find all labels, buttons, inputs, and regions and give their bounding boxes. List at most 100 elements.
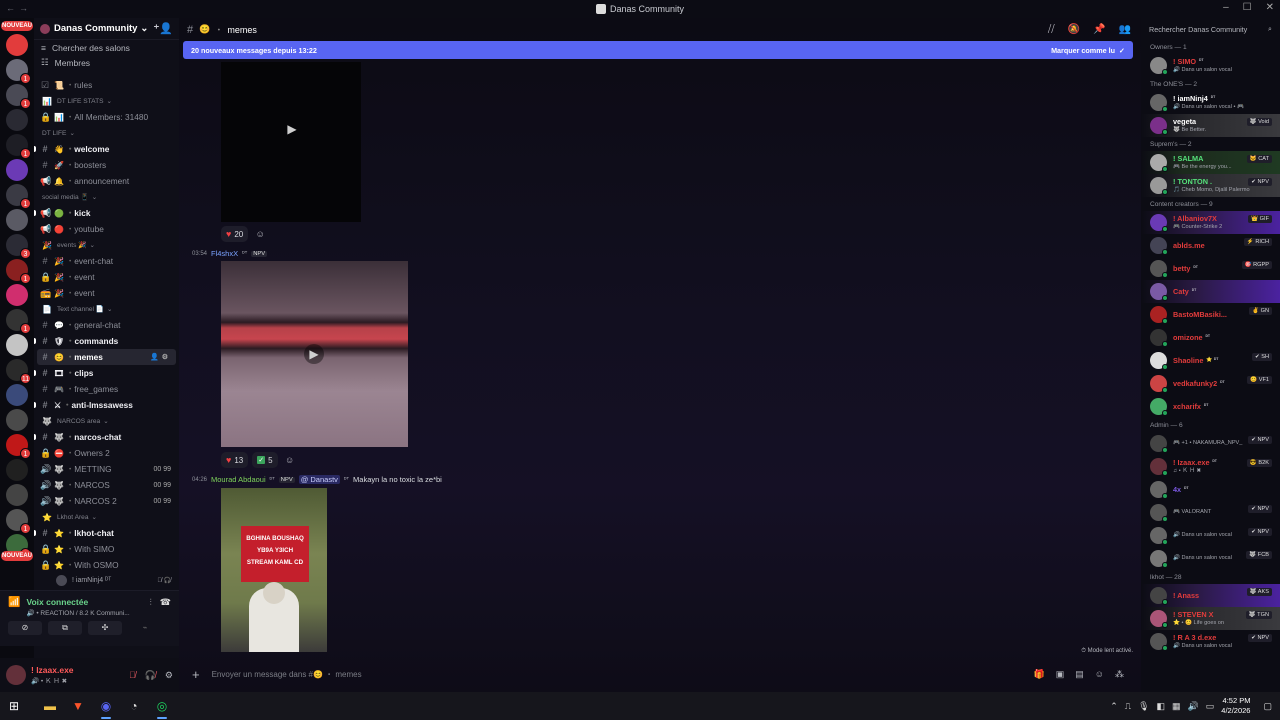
usb-icon[interactable]: ⎍ [1125, 701, 1131, 712]
server-icon[interactable] [6, 284, 28, 306]
server-icon[interactable]: 1 [6, 184, 31, 209]
channel-narcos-2[interactable]: 🔊 🐺 ・ NARCOS 2 00 99 [34, 493, 179, 509]
sticker-icon[interactable]: ▤ [1075, 669, 1084, 680]
disconnect-icon[interactable]: ☎ [160, 597, 171, 608]
message-composer[interactable]: + Envoyer un message dans #😊 ・ memes 🎁 ▣… [183, 661, 1133, 687]
channel-owners-2[interactable]: 🔒 ⛔ ・ Owners 2 [34, 445, 179, 461]
server-icon[interactable] [6, 34, 28, 56]
member-item[interactable]: ! TONTON . 🎵 Cheb Momo, Djalil Palermo ✔ N… [1141, 174, 1280, 197]
channel-all-members-31480[interactable]: 🔒 📊 ・ All Members: 31480 [34, 109, 179, 125]
obs-icon[interactable]: ◔ [120, 692, 148, 720]
maximize-icon[interactable]: ☐ [1243, 2, 1252, 13]
noise-icon[interactable]: ⫶ [150, 597, 152, 608]
server-icon[interactable] [6, 109, 28, 131]
member-item[interactable]: omizone ᴰᵀ [1141, 326, 1280, 349]
message-author[interactable]: Fl4shxX [211, 249, 238, 258]
member-list-icon[interactable]: 👥 [1119, 24, 1131, 35]
settings-gear-icon[interactable]: ⚙ [162, 353, 168, 361]
windows-start-icon[interactable]: ⊞ [0, 692, 28, 720]
members-link[interactable]: ☷ Membres [34, 55, 179, 70]
member-item[interactable]: betty ᴰᵀ 🎯 RGPP [1141, 257, 1280, 280]
channel-with-simo[interactable]: 🔒 ⭐ ・ With SIMO [34, 541, 179, 557]
server-icon[interactable] [6, 159, 28, 181]
emoji-icon[interactable]: ☺ [1095, 669, 1104, 680]
browse-channels-link[interactable]: ≡ Chercher des salons [34, 40, 179, 55]
channel-free-games[interactable]: # 🎮 ・ free_games [34, 381, 179, 397]
battery-icon[interactable]: ▭ [1206, 701, 1215, 712]
member-item[interactable]: ! SIMO ᴰᵀ 🔊 Dans un salon vocal [1141, 54, 1280, 77]
gift-icon[interactable]: 🎁 [1034, 669, 1045, 680]
member-item[interactable]: Shaoline ⭐ ᴰᵀ ✔ SH [1141, 349, 1280, 372]
close-icon[interactable]: ✕ [1266, 2, 1274, 13]
mic-icon[interactable]: 🎙 [1138, 701, 1149, 712]
member-item[interactable]: 🎮 +1 • NAKAMURA_NPV_ ✔ NPV [1141, 432, 1280, 455]
search-input[interactable]: Rechercher Danas Community ⌕ [1141, 18, 1280, 40]
member-item[interactable]: 🔊 Dans un salon vocal ✔ NPV [1141, 524, 1280, 547]
server-icon[interactable]: 3 [6, 234, 31, 259]
server-icon[interactable]: 1 [6, 509, 31, 534]
member-item[interactable]: ! Albaniov7X 🎮 Counter-Strike 2 👑 GIF [1141, 211, 1280, 234]
channel-rules[interactable]: ☑ 📜 ・ rules [34, 77, 179, 93]
channel-event[interactable]: 📻 🎉 ・ event [34, 285, 179, 301]
channel-category[interactable]: 📊 DT LIFE STATS ⌄ [34, 93, 179, 109]
channel-category[interactable]: 📄 Text channel 📄 ⌄ [34, 301, 179, 317]
pin-icon[interactable]: 📌 [1093, 24, 1105, 35]
channel-commands[interactable]: # 🛡 ・ commands [34, 333, 179, 349]
server-icon[interactable] [6, 409, 28, 431]
member-item[interactable]: vegeta 🐺 Be Better. 🐺 Void [1141, 114, 1280, 137]
server-icon[interactable]: 1 [6, 59, 31, 84]
channel-category[interactable]: social media 📱 ⌄ [34, 189, 179, 205]
channel-category[interactable]: DT LIFE ⌄ [34, 125, 179, 141]
new-messages-bar[interactable]: 20 nouveaux messages depuis 13:22 Marque… [183, 41, 1133, 59]
channel-kick[interactable]: 📢 🟢 ・ kick [34, 205, 179, 221]
server-icon[interactable] [6, 334, 28, 356]
server-icon[interactable]: 1 [6, 259, 31, 284]
message-author[interactable]: Mourad Abdaoui [211, 475, 266, 484]
member-item[interactable]: ! Anass 🐺 AKS [1141, 584, 1280, 607]
tray-overflow-icon[interactable]: ⌃ [1110, 701, 1118, 712]
voice-channel[interactable]: 🔊 • REACTION / 8.2 K Communi... [26, 609, 129, 617]
channel-anti-lmssawess[interactable]: # ⚔ ・ anti-lmssawess [34, 397, 179, 413]
activity-button[interactable]: ✣ [88, 621, 122, 635]
threads-icon[interactable]: ⧸⧸ [1048, 24, 1055, 35]
member-item[interactable]: 4x ᴰᵀ [1141, 478, 1280, 501]
play-icon[interactable]: ▶ [304, 344, 324, 364]
member-item[interactable]: xcharifx ᴰᵀ [1141, 395, 1280, 418]
volume-icon[interactable]: 🔊 [1188, 701, 1199, 712]
settings-gear-icon[interactable]: ⚙ [165, 670, 173, 681]
avatar[interactable] [6, 665, 26, 685]
member-item[interactable]: ablds.me ⚡ RICH [1141, 234, 1280, 257]
channel-category[interactable]: 🐺 NARCOS area ⌄ [34, 413, 179, 429]
user-mention[interactable]: @ Danastv [298, 475, 340, 484]
member-item[interactable]: vedkafunky2 ᴰᵀ 😊 VF1 [1141, 372, 1280, 395]
network-icon[interactable]: ▦ [1172, 701, 1181, 712]
channel-welcome[interactable]: # 👋 ・ welcome [34, 141, 179, 157]
spotify-icon[interactable]: ◎ [148, 692, 176, 720]
mark-read-button[interactable]: Marquer comme lu [1051, 46, 1115, 55]
channel-boosters[interactable]: # 🚀 ・ boosters [34, 157, 179, 173]
file-explorer-icon[interactable]: ▬ [36, 692, 64, 720]
server-icon[interactable] [6, 209, 28, 231]
video-attachment[interactable]: ▶ [221, 261, 408, 447]
discord-icon[interactable]: ◉ [92, 692, 120, 720]
reaction-heart[interactable]: ♥ 20 [221, 226, 249, 242]
minimize-icon[interactable]: – [1223, 2, 1229, 13]
member-item[interactable]: 🎮 VALORANT ✔ NPV [1141, 501, 1280, 524]
member-item[interactable]: ! Izaax.exe ᴰᵀ ♫ • Ｋ Ｈ ✖ 😎 B2K [1141, 455, 1280, 478]
soundboard-button[interactable]: ⌁ [128, 621, 162, 635]
composer-placeholder[interactable]: Envoyer un message dans #😊 ・ memes [212, 669, 362, 680]
channel-youtube[interactable]: 📢 🔴 ・ youtube [34, 221, 179, 237]
server-icon[interactable] [6, 484, 28, 506]
server-header[interactable]: Danas Community ⌄ ⁺👤 [34, 18, 179, 40]
invite-icon[interactable]: 👤 [150, 353, 159, 361]
channel-category[interactable]: 🎉 events 🎉 ⌄ [34, 237, 179, 253]
play-icon[interactable]: ▶ [282, 119, 302, 139]
nav-arrows[interactable]: ←→ [6, 3, 32, 13]
screen-share-button[interactable]: ⧉ [48, 621, 82, 635]
reaction-heart[interactable]: ♥ 13 [221, 452, 249, 468]
member-item[interactable]: ! SALMA 🎮 Be the energy you... 🐱 CAT [1141, 151, 1280, 174]
channel-with-osmo[interactable]: 🔒 ⭐ ・ With OSMO [34, 557, 179, 573]
mute-mic-icon[interactable]: 🎙̸ [129, 670, 136, 681]
member-item[interactable]: ! R A 3 d.exe 🔊 Dans un salon vocal ✔ NPV [1141, 630, 1280, 653]
clock[interactable]: 4:52 PM 4/2/2026 [1221, 696, 1250, 716]
